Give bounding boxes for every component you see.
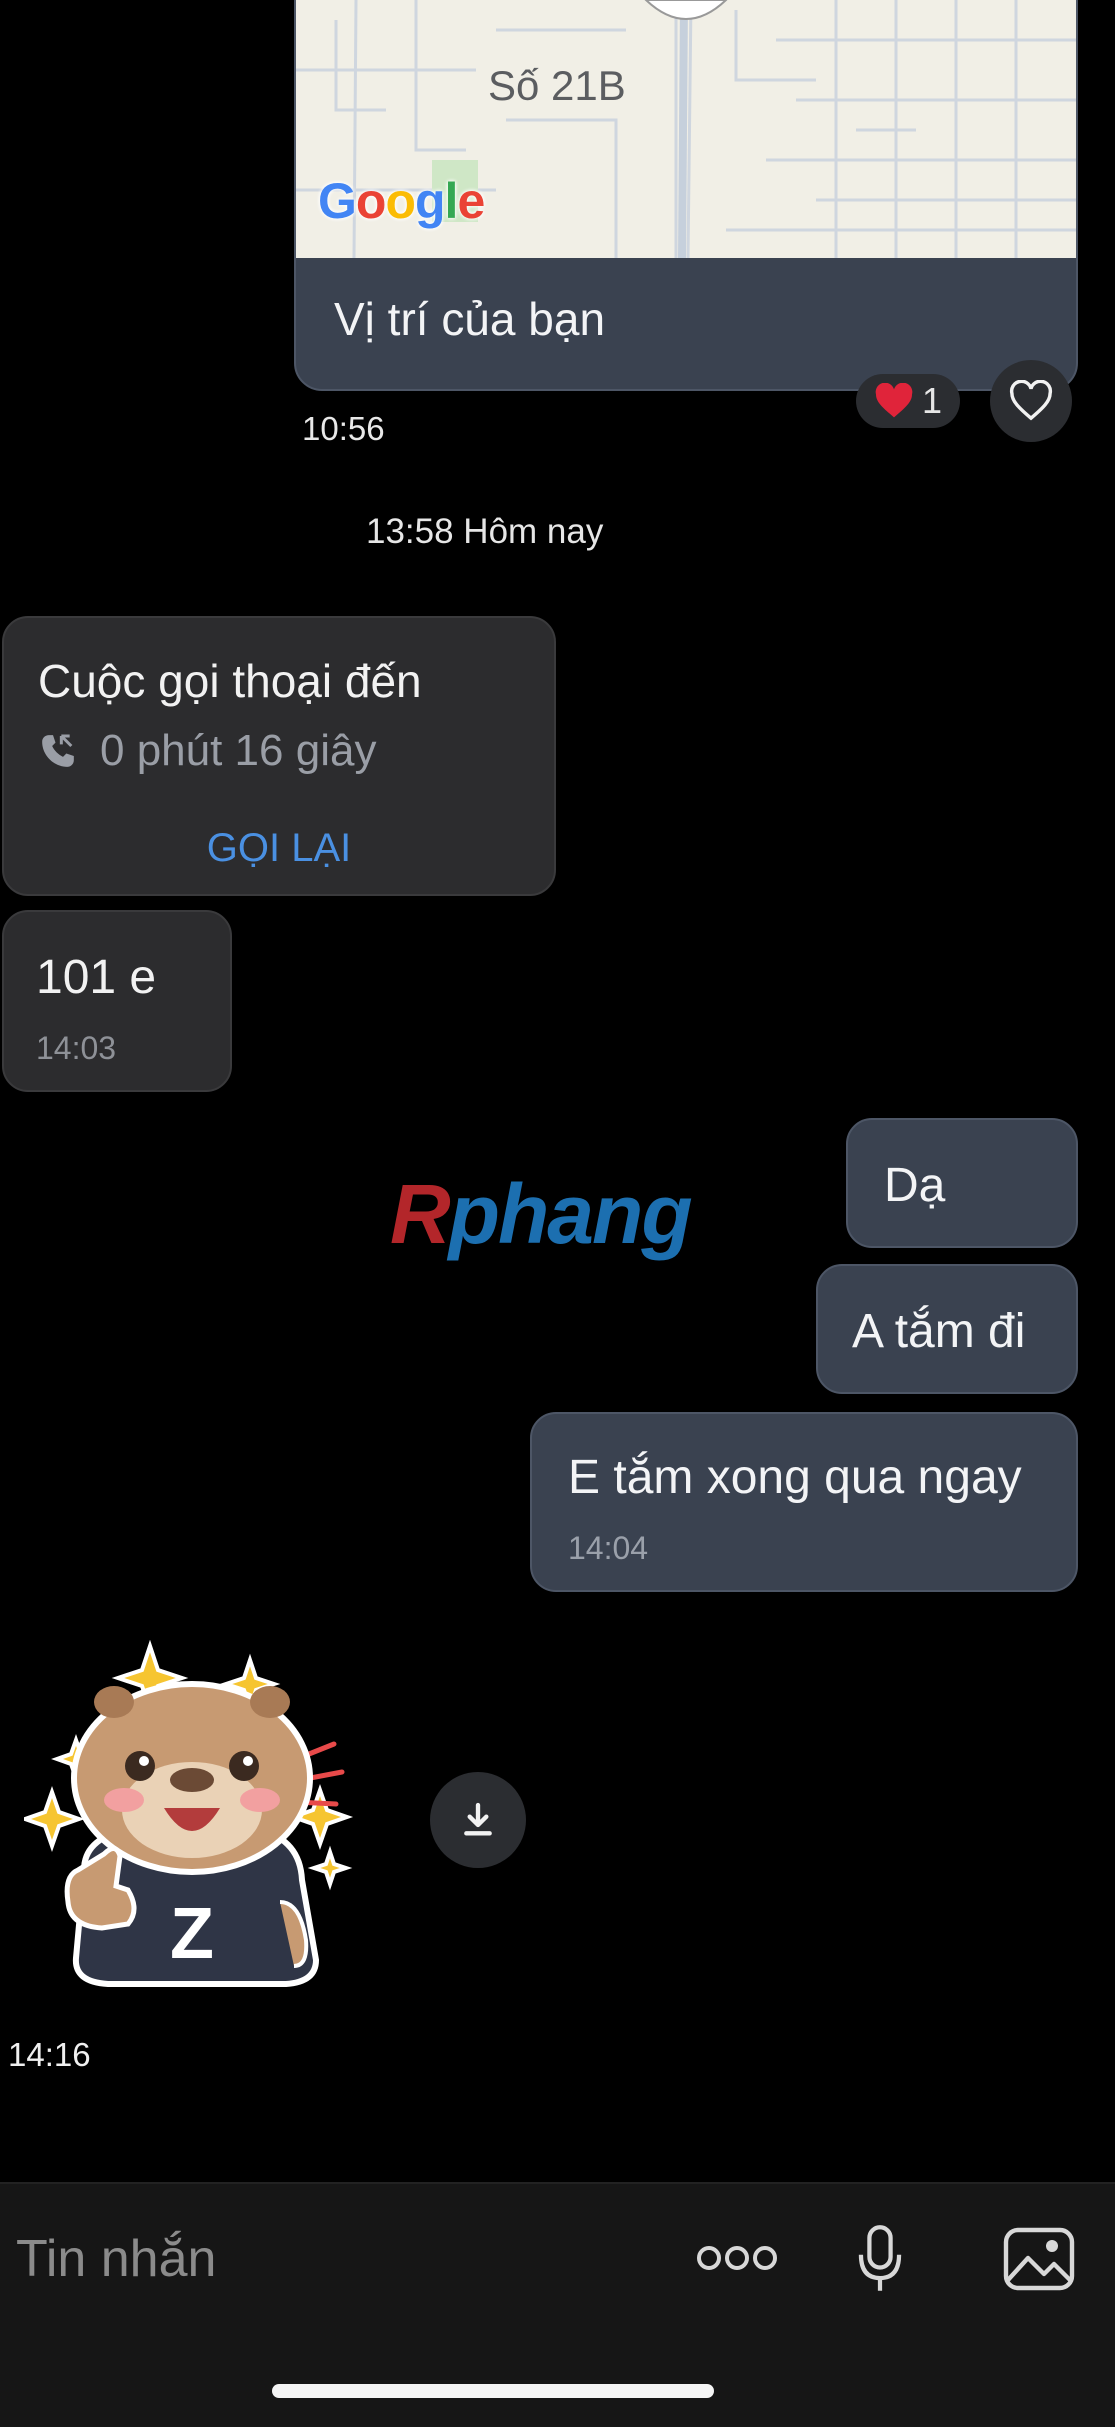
more-dots-icon[interactable] <box>692 2218 782 2298</box>
sticker-time: 14:16 <box>8 2036 91 2073</box>
location-message-card[interactable]: Số 21B Google Vị trí của bạn <box>294 0 1078 391</box>
incoming-message-bubble[interactable]: 101 e 14:03 <box>2 910 232 1092</box>
message-text: E tắm xong qua ngay <box>568 1451 1022 1504</box>
react-heart-button[interactable] <box>990 360 1072 442</box>
heart-outline-icon <box>1009 380 1053 421</box>
image-icon[interactable] <box>996 2216 1082 2302</box>
svg-text:Z: Z <box>170 1894 214 1974</box>
red-heart-icon <box>875 383 913 418</box>
outgoing-message-bubble[interactable]: Dạ <box>846 1118 1078 1248</box>
message-text: Dạ <box>884 1159 946 1212</box>
message-time: 14:03 <box>36 1030 117 1066</box>
download-button[interactable] <box>430 1772 526 1868</box>
google-logo: Google <box>318 173 485 229</box>
incoming-call-card: Cuộc gọi thoại đến 0 phút 16 giây GỌI LẠ… <box>2 616 556 896</box>
watermark: Rphang <box>390 1167 693 1261</box>
download-icon <box>464 1802 492 1836</box>
map-street-label: Số 21B <box>488 62 626 109</box>
message-text: 101 e <box>36 951 157 1004</box>
day-separator: 13:58 Hôm nay <box>366 512 604 551</box>
microphone-icon[interactable] <box>840 2214 920 2304</box>
sticker-image: Z <box>18 1639 354 1987</box>
call-title: Cuộc gọi thoại đến <box>38 655 422 707</box>
incoming-call-icon <box>42 734 74 767</box>
message-input[interactable] <box>16 2224 636 2294</box>
outgoing-message-bubble[interactable]: E tắm xong qua ngay 14:04 <box>530 1412 1078 1592</box>
location-caption: Vị trí của bạn <box>334 293 606 345</box>
call-duration: 0 phút 16 giây <box>100 726 377 775</box>
capybara-thumbs-up-sticker[interactable]: Z <box>18 1639 360 2002</box>
call-duration-row: 0 phút 16 giây <box>38 726 376 776</box>
message-time: 10:56 <box>302 410 385 447</box>
map-preview[interactable]: Số 21B Google <box>296 0 1076 258</box>
message-text: A tắm đi <box>852 1305 1026 1358</box>
reaction-count: 1 <box>921 380 943 421</box>
call-back-button[interactable]: GỌI LẠI <box>4 826 554 871</box>
home-indicator[interactable] <box>272 2384 714 2398</box>
message-time: 14:04 <box>568 1530 649 1566</box>
chat-screen: Số 21B Google Vị trí của bạn 1 10:56 13:… <box>0 0 1115 2427</box>
reaction-summary[interactable]: 1 <box>856 374 960 428</box>
outgoing-message-bubble[interactable]: A tắm đi <box>816 1264 1078 1394</box>
